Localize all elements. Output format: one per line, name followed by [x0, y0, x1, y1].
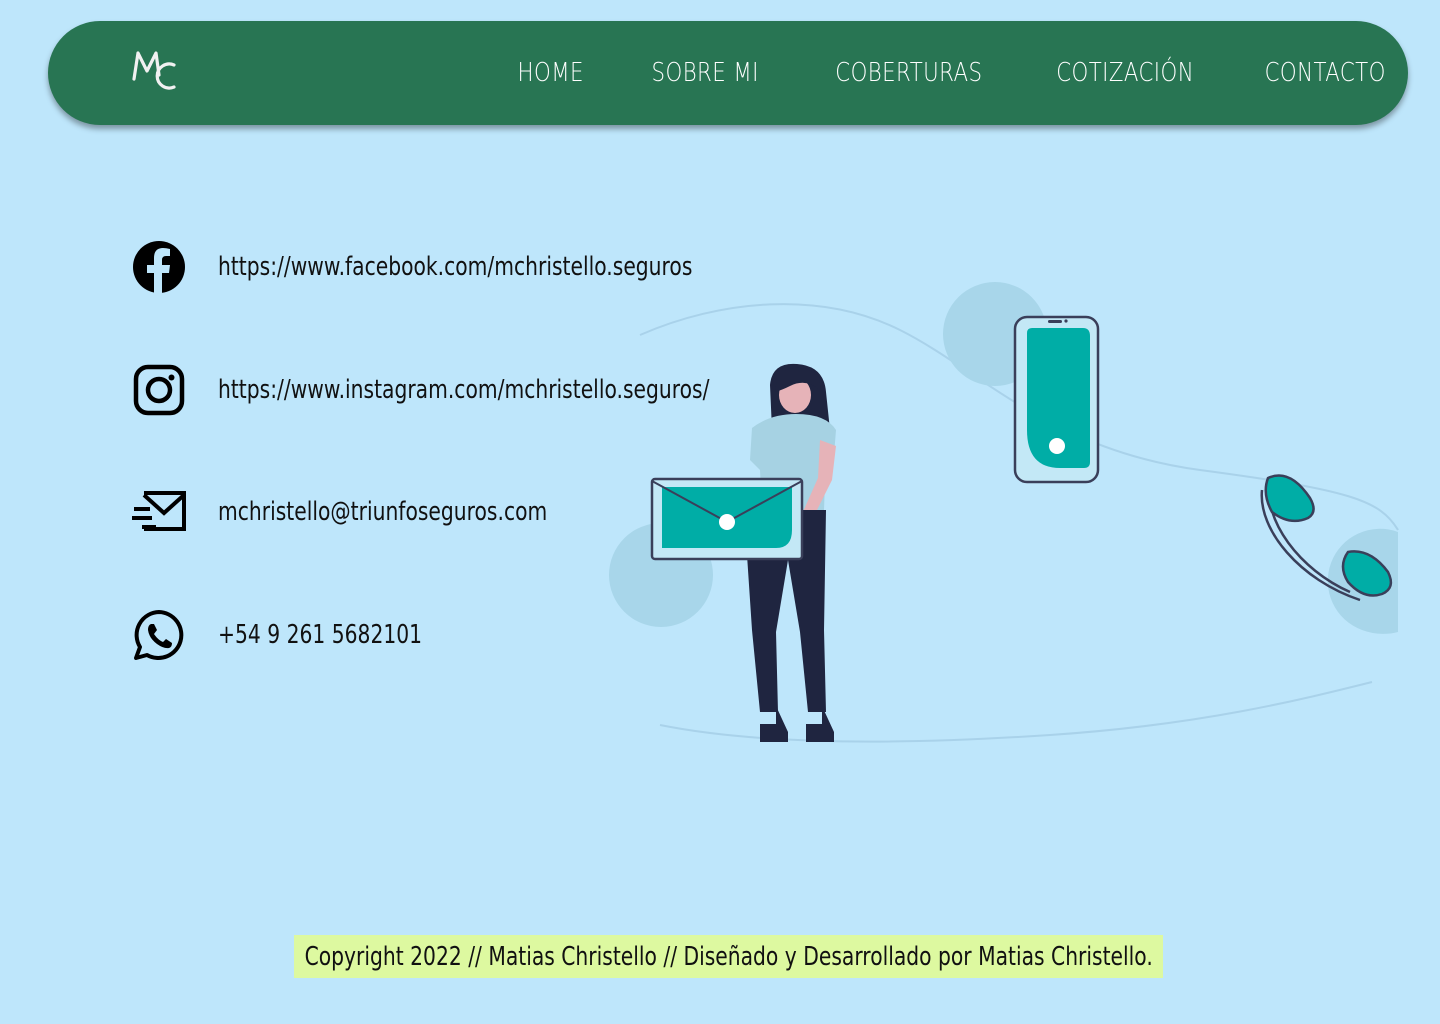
nav-menu: HOME SOBRE MI COBERTURAS COTIZACIÓN CONT…: [503, 21, 1386, 125]
nav-cotizacion[interactable]: COTIZACIÓN: [1056, 58, 1194, 88]
contact-instagram: https://www.instagram.com/mchristello.se…: [132, 363, 709, 417]
email-link[interactable]: mchristello@triunfoseguros.com: [218, 497, 547, 527]
whatsapp-icon[interactable]: [132, 608, 186, 662]
facebook-icon[interactable]: [132, 240, 186, 294]
facebook-link[interactable]: https://www.facebook.com/mchristello.seg…: [218, 252, 692, 282]
envelope-graphic: [650, 477, 804, 561]
logo-mc-icon: [132, 51, 176, 90]
mail-icon[interactable]: [132, 485, 186, 539]
phone-graphic: [1013, 315, 1100, 484]
contact-whatsapp: +54 9 261 5682101: [132, 608, 422, 662]
nav-home[interactable]: HOME: [518, 58, 584, 88]
nav-coberturas[interactable]: COBERTURAS: [835, 58, 982, 88]
contact-illustration: [609, 282, 1399, 743]
whatsapp-link[interactable]: +54 9 261 5682101: [218, 620, 422, 650]
nav-sobre-mi[interactable]: SOBRE MI: [651, 58, 758, 88]
instagram-link[interactable]: https://www.instagram.com/mchristello.se…: [218, 375, 709, 405]
nav-contacto[interactable]: CONTACTO: [1265, 58, 1386, 88]
instagram-icon[interactable]: [132, 363, 186, 417]
contact-facebook: https://www.facebook.com/mchristello.seg…: [132, 240, 692, 294]
footer: Copyright 2022 // Matias Christello // D…: [294, 935, 1163, 978]
navbar: HOME SOBRE MI COBERTURAS COTIZACIÓN CONT…: [48, 21, 1408, 125]
contact-email: mchristello@triunfoseguros.com: [132, 485, 547, 539]
footer-copyright: Copyright 2022 // Matias Christello // D…: [304, 941, 1153, 972]
contact-page: HOME SOBRE MI COBERTURAS COTIZACIÓN CONT…: [0, 0, 1440, 1024]
logo[interactable]: [110, 27, 202, 119]
